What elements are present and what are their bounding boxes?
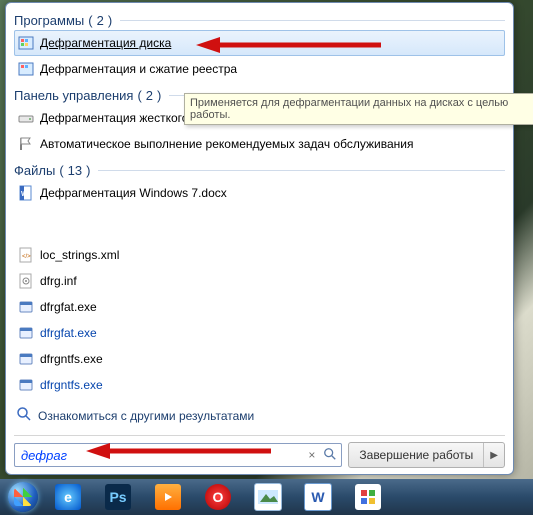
xml-icon: </>: [18, 247, 34, 263]
group-title: Файлы: [14, 163, 55, 178]
result-item-defrag-disk[interactable]: Дефрагментация диска: [14, 30, 505, 56]
start-button[interactable]: [2, 480, 44, 514]
taskbar-item-app[interactable]: [344, 481, 392, 513]
result-item-file[interactable]: dfrgntfs.exe: [14, 346, 505, 372]
search-icon: [319, 447, 337, 464]
group-count: 2: [146, 88, 153, 103]
result-label: dfrgntfs.exe: [40, 378, 103, 392]
tooltip: Применяется для дефрагментации данных на…: [184, 93, 533, 125]
clear-search-icon[interactable]: ×: [304, 448, 319, 462]
search-icon: [16, 406, 32, 425]
result-label: Автоматическое выполнение рекомендуемых …: [40, 137, 413, 151]
group-title: Программы: [14, 13, 84, 28]
taskbar-item-media[interactable]: [144, 481, 192, 513]
taskbar-item-pictures[interactable]: [244, 481, 292, 513]
shutdown-menu-arrow[interactable]: ▶: [484, 450, 504, 461]
pictures-icon: [254, 483, 282, 511]
result-item-file[interactable]: W Дефрагментация Windows 7.docx: [14, 180, 505, 206]
ie-icon: e: [55, 484, 81, 510]
taskbar-item-word[interactable]: W: [294, 481, 342, 513]
windows-logo-icon: [8, 482, 38, 512]
result-item-file[interactable]: dfrgfat.exe: [14, 294, 505, 320]
result-label: loc_strings.xml: [40, 248, 119, 262]
result-item-file[interactable]: dfrgfat.exe: [14, 320, 505, 346]
taskbar-item-photoshop[interactable]: Ps: [94, 481, 142, 513]
see-more-label: Ознакомиться с другими результатами: [38, 409, 254, 423]
result-label: dfrgfat.exe: [40, 300, 97, 314]
word-icon: W: [304, 483, 332, 511]
exe-icon: [18, 325, 34, 341]
group-count: 13: [68, 163, 82, 178]
svg-text:W: W: [21, 191, 28, 198]
photoshop-icon: Ps: [105, 484, 131, 510]
group-header-programs: Программы (2): [14, 7, 505, 30]
group-title: Панель управления: [14, 88, 133, 103]
result-label: dfrgntfs.exe: [40, 352, 103, 366]
exe-icon: [18, 377, 34, 393]
group-header-files: Файлы (13): [14, 157, 505, 180]
app-icon: [355, 484, 381, 510]
opera-icon: O: [205, 484, 231, 510]
defrag-icon: [18, 61, 34, 77]
programs-list: Дефрагментация диска Дефрагментация и сж…: [14, 30, 505, 82]
search-box[interactable]: ×: [14, 443, 342, 467]
group-count: 2: [97, 13, 104, 28]
docx-icon: W: [18, 185, 34, 201]
result-label: dfrg.inf: [40, 274, 77, 288]
taskbar-item-opera[interactable]: O: [194, 481, 242, 513]
defrag-icon: [18, 35, 34, 51]
result-item-file[interactable]: dfrgntfs.exe: [14, 372, 505, 398]
media-player-icon: [155, 484, 181, 510]
drive-icon: [18, 110, 34, 126]
bottom-row: × Завершение работы ▶: [14, 435, 505, 470]
search-input[interactable]: [19, 447, 304, 464]
taskbar: e Ps O W: [0, 479, 533, 515]
result-label: Дефрагментация диска: [40, 36, 171, 50]
result-item-defrag-registry[interactable]: Дефрагментация и сжатие реестра: [14, 56, 505, 82]
shutdown-button[interactable]: Завершение работы ▶: [348, 442, 505, 468]
see-more-results[interactable]: Ознакомиться с другими результатами: [14, 400, 505, 435]
result-item-file[interactable]: </> loc_strings.xml: [14, 242, 505, 268]
taskbar-item-ie[interactable]: e: [44, 481, 92, 513]
result-item-auto-maintenance[interactable]: Автоматическое выполнение рекомендуемых …: [14, 131, 505, 157]
result-label: Дефрагментация Windows 7.docx: [40, 186, 227, 200]
exe-icon: [18, 299, 34, 315]
exe-icon: [18, 351, 34, 367]
start-search-panel: Программы (2) Дефрагментация диска Дефра…: [5, 2, 514, 475]
files-list: W Дефрагментация Windows 7.docx </> loc_…: [14, 180, 505, 398]
result-label: Дефрагментация и сжатие реестра: [40, 62, 237, 76]
flag-icon: [18, 136, 34, 152]
result-label: dfrgfat.exe: [40, 326, 97, 340]
shutdown-label: Завершение работы: [349, 443, 484, 467]
result-item-file[interactable]: dfrg.inf: [14, 268, 505, 294]
inf-icon: [18, 273, 34, 289]
svg-text:</>: </>: [22, 254, 31, 260]
